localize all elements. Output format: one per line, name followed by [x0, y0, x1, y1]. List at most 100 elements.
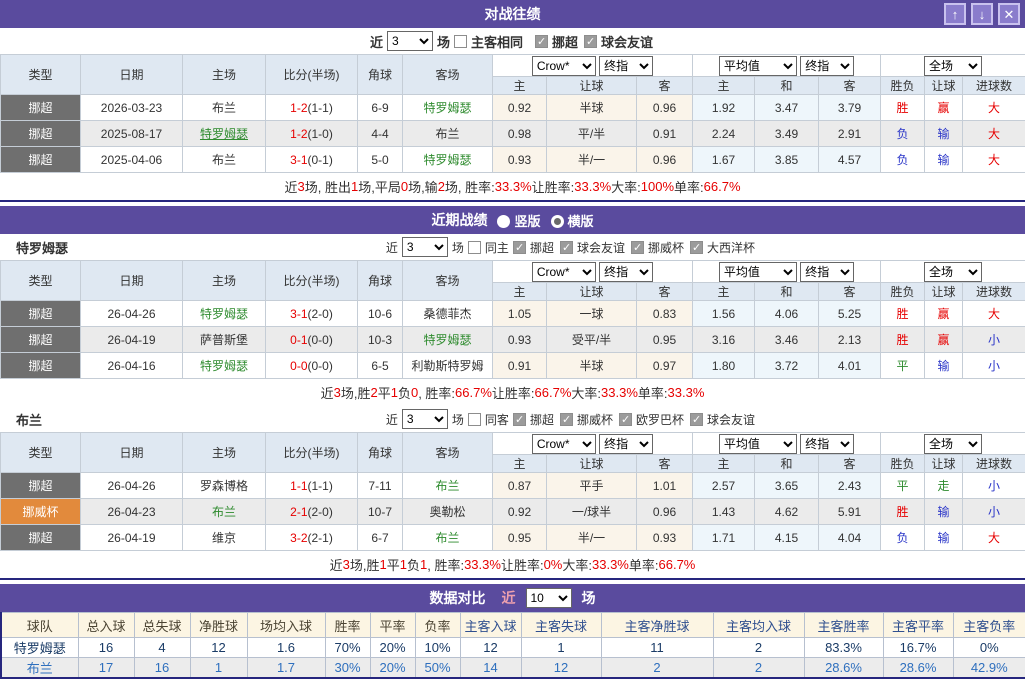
result-goals: 大: [963, 95, 1025, 121]
home-team[interactable]: 特罗姆瑟: [183, 121, 266, 147]
team-name[interactable]: 布兰: [1, 658, 78, 679]
away-team[interactable]: 布兰: [403, 525, 493, 551]
home-team[interactable]: 萨普斯堡: [183, 327, 266, 353]
away-team[interactable]: 桑德菲杰: [403, 301, 493, 327]
avg-home: 2.57: [693, 473, 755, 499]
odds-away: 1.01: [637, 473, 693, 499]
avg-select[interactable]: 平均值: [719, 262, 797, 282]
away-team[interactable]: 特罗姆瑟: [403, 327, 493, 353]
same-home-checkbox[interactable]: [468, 241, 481, 254]
league-checkbox[interactable]: [631, 241, 644, 254]
scope-select[interactable]: 全场: [924, 262, 982, 282]
result-goals: 大: [963, 525, 1025, 551]
home-team[interactable]: 特罗姆瑟: [183, 301, 266, 327]
away-team[interactable]: 特罗姆瑟: [403, 147, 493, 173]
result-goals: 小: [963, 353, 1025, 379]
home-team[interactable]: 特罗姆瑟: [183, 353, 266, 379]
league-label: 球会友谊: [577, 239, 625, 256]
odds-final-select[interactable]: 终指: [599, 262, 653, 282]
avg-final-select[interactable]: 终指: [800, 56, 854, 76]
col-winloss: 胜负: [881, 77, 925, 95]
same-venue-checkbox[interactable]: [454, 35, 467, 48]
home-team[interactable]: 罗森博格: [183, 473, 266, 499]
col-away: 客场: [403, 433, 493, 473]
bookmaker-select[interactable]: Crow*: [532, 56, 596, 76]
corner-cell: 6-7: [358, 525, 403, 551]
scroll-down-button[interactable]: ↓: [971, 3, 993, 25]
league-label: 挪威杯: [577, 411, 613, 428]
col-team: 球队: [1, 613, 78, 638]
result-winloss: 负: [881, 525, 925, 551]
avg-final-select[interactable]: 终指: [800, 434, 854, 454]
avg-draw: 3.85: [755, 147, 819, 173]
bookmaker-select[interactable]: Crow*: [532, 434, 596, 454]
scope-select[interactable]: 全场: [924, 56, 982, 76]
league-checkbox[interactable]: [513, 241, 526, 254]
tromso-games-select[interactable]: 3: [402, 237, 448, 257]
same-venue-label: 主客相同: [471, 32, 523, 51]
avg-select[interactable]: 平均值: [719, 56, 797, 76]
stat-cell: 16: [134, 658, 190, 679]
result-winloss: 负: [881, 121, 925, 147]
scope-select-group: 全场: [881, 55, 1025, 77]
score-cell: 1-2(1-0): [266, 121, 358, 147]
odds-away: 0.95: [637, 327, 693, 353]
score-cell: 1-1(1-1): [266, 473, 358, 499]
result-handicap: 输: [925, 121, 963, 147]
league-checkbox[interactable]: [513, 413, 526, 426]
odds-away: 0.83: [637, 301, 693, 327]
bookmaker-select[interactable]: Crow*: [532, 262, 596, 282]
layout-radio-vertical[interactable]: 竖版: [497, 211, 540, 230]
home-team[interactable]: 布兰: [183, 499, 266, 525]
recent-title: 近期战绩: [431, 210, 487, 230]
odds-final-select[interactable]: 终指: [599, 56, 653, 76]
avg-home: 1.43: [693, 499, 755, 525]
h2h-games-select[interactable]: 3: [387, 31, 433, 51]
scroll-up-button[interactable]: ↑: [944, 3, 966, 25]
corner-cell: 10-3: [358, 327, 403, 353]
odds-away: 0.96: [637, 95, 693, 121]
layout-radio-horizontal[interactable]: 横版: [551, 211, 594, 230]
away-team[interactable]: 布兰: [403, 121, 493, 147]
brann-games-select[interactable]: 3: [402, 409, 448, 429]
corner-cell: 6-9: [358, 95, 403, 121]
compare-games-select[interactable]: 10: [526, 588, 572, 608]
away-team[interactable]: 布兰: [403, 473, 493, 499]
scope-select[interactable]: 全场: [924, 434, 982, 454]
league-checkbox[interactable]: [560, 241, 573, 254]
home-team[interactable]: 布兰: [183, 95, 266, 121]
odds-final-select[interactable]: 终指: [599, 434, 653, 454]
league-checkbox[interactable]: [560, 413, 573, 426]
league-checkbox[interactable]: [690, 413, 703, 426]
radio-vertical-icon[interactable]: [497, 215, 510, 228]
avg-away: 5.91: [819, 499, 881, 525]
home-team[interactable]: 维京: [183, 525, 266, 551]
col-avg-away: 客: [819, 77, 881, 95]
close-button[interactable]: ✕: [998, 3, 1020, 25]
same-away-checkbox[interactable]: [468, 413, 481, 426]
avg-draw: 3.72: [755, 353, 819, 379]
radio-horizontal-icon[interactable]: [551, 215, 564, 228]
league-checkbox[interactable]: [690, 241, 703, 254]
team-name[interactable]: 特罗姆瑟: [1, 638, 78, 658]
compare-row: 特罗姆瑟 16 4 12 1.6 70% 20% 10% 12 1 11 2 8…: [1, 638, 1025, 658]
result-winloss: 胜: [881, 327, 925, 353]
head-to-head-section: 对战往绩 ↑ ↓ ✕ 近 3 场 主客相同 挪超 球会友谊 类型 日期 主场: [0, 0, 1025, 202]
match-row: 挪超 26-04-19 萨普斯堡 0-1(0-0) 10-3 特罗姆瑟 0.93…: [1, 327, 1025, 353]
avg-final-select[interactable]: 终指: [800, 262, 854, 282]
match-date: 2025-04-06: [81, 147, 183, 173]
avg-select[interactable]: 平均值: [719, 434, 797, 454]
stat-cell: 2: [713, 658, 804, 679]
away-team[interactable]: 利勒斯特罗姆: [403, 353, 493, 379]
league-checkbox[interactable]: [619, 413, 632, 426]
col-odds-home: 主: [493, 77, 547, 95]
away-team[interactable]: 特罗姆瑟: [403, 95, 493, 121]
away-team[interactable]: 奥勒松: [403, 499, 493, 525]
compare-table: 球队 总入球 总失球 净胜球 场均入球 胜率 平率 负率 主客入球 主客失球 主…: [0, 612, 1025, 679]
compare-header-row: 球队 总入球 总失球 净胜球 场均入球 胜率 平率 负率 主客入球 主客失球 主…: [1, 613, 1025, 638]
col-type: 类型: [1, 55, 81, 95]
home-team[interactable]: 布兰: [183, 147, 266, 173]
league-checkbox-friendly[interactable]: [584, 35, 597, 48]
avg-home: 1.71: [693, 525, 755, 551]
league-checkbox-norway[interactable]: [535, 35, 548, 48]
